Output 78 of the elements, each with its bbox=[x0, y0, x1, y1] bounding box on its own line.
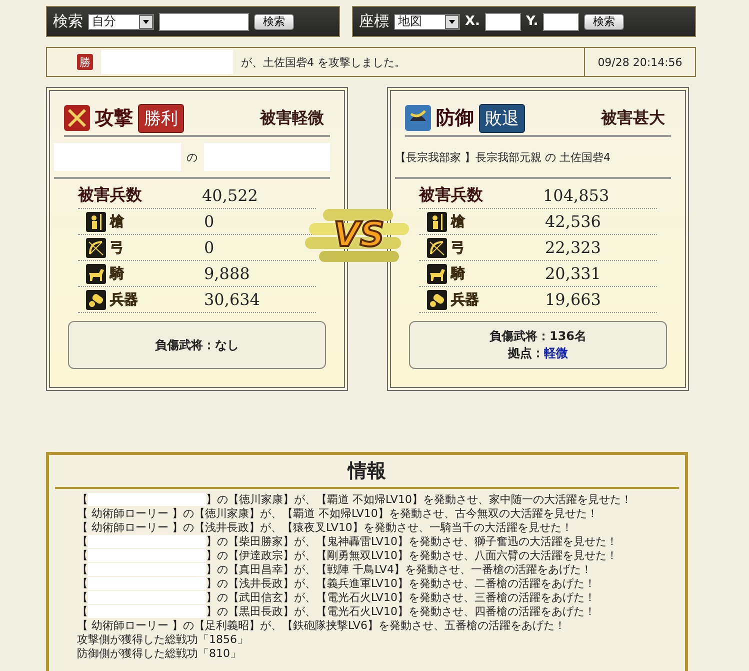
info-text: 【 bbox=[77, 604, 88, 618]
unit-label: 槍 bbox=[451, 212, 466, 230]
info-text: の bbox=[186, 150, 198, 164]
summary-text: 負傷武将：136名 bbox=[489, 328, 587, 345]
info-text: 】の【武田信玄】が、【電光石火LV10】を発動させ、三番槍の活躍をあげた！ bbox=[206, 590, 596, 604]
search-field[interactable] bbox=[159, 12, 249, 30]
unit-label: 弓 bbox=[110, 238, 125, 256]
report-time: 09/28 20:14:56 bbox=[584, 48, 695, 76]
info-text: 】の【真田昌幸】が、【戦陣 千鳥LV4】を発動させ、一番槍の活躍をあげた！ bbox=[206, 562, 592, 576]
info-text: 】の【柴田勝家】が、【鬼神轟雷LV10】を発動させ、獅子奮迅の大活躍を見せた！ bbox=[206, 534, 618, 548]
info-text: 【 bbox=[77, 548, 88, 562]
unit-label: 兵器 bbox=[110, 290, 139, 308]
unit-value: 30,634 bbox=[204, 290, 260, 309]
x-label: X. bbox=[465, 14, 480, 29]
caret-icon bbox=[445, 14, 459, 28]
info-text: 【 bbox=[77, 492, 88, 506]
info-text: 【長宗我部家 】長宗我部元親 の 土佐国砦4 bbox=[395, 150, 610, 164]
result-badge: 敗退 bbox=[479, 104, 525, 132]
summary-text: 拠点：軽微 bbox=[508, 345, 568, 362]
horse-icon bbox=[86, 264, 106, 284]
map-select[interactable]: 地図 bbox=[394, 14, 460, 30]
info-text: 【 幼術師ローリー 】の【足利義昭】が、【鉄砲隊挟撃LV6】を発動させ、五番槍の活躍をあげた！ bbox=[77, 618, 566, 632]
cannon-icon bbox=[86, 290, 106, 310]
total-label: 被害兵数 bbox=[419, 185, 484, 206]
unit-label: 弓 bbox=[451, 238, 466, 256]
info-text: 】の【徳川家康】が、【覇道 不如帰LV10】を発動させ、家中随一の大活躍を見せた！ bbox=[206, 492, 632, 506]
crossed-swords-icon bbox=[64, 105, 90, 131]
y-label: Y. bbox=[526, 14, 538, 29]
unit-value: 22,323 bbox=[545, 238, 601, 257]
caret-icon bbox=[139, 14, 153, 28]
info-text: 】の【黒田長政】が、【電光石火LV10】を発動させ、四番槍の活躍をあげた！ bbox=[206, 604, 596, 618]
search-label: 検索 bbox=[53, 12, 83, 31]
info-text: 】の【浅井長政】が、【義兵進軍LV10】を発動させ、二番槍の活躍をあげた！ bbox=[206, 576, 596, 590]
bow-icon bbox=[427, 238, 447, 258]
info-text: 【 bbox=[77, 576, 88, 590]
unit-label: 騎 bbox=[451, 264, 466, 282]
unit-value: 42,536 bbox=[545, 212, 601, 231]
summary-text: 負傷武将：なし bbox=[155, 336, 239, 354]
info-text: 【 幼術師ローリー 】の【徳川家康】が、【覇道 不如帰LV10】を発動させ、古今無双の大活躍を見せた！ bbox=[77, 506, 598, 520]
info-text: 【 bbox=[77, 562, 88, 576]
side-title: 防御 bbox=[436, 106, 474, 131]
total-value: 40,522 bbox=[202, 186, 258, 205]
spearman-icon bbox=[427, 212, 447, 232]
scope-select[interactable]: 自分 bbox=[88, 14, 154, 30]
info-text: 防御側が獲得した総戦功「810」 bbox=[77, 646, 241, 660]
search-button[interactable]: 検索 bbox=[584, 14, 624, 30]
unit-value: 0 bbox=[204, 238, 214, 257]
bow-icon bbox=[86, 238, 106, 258]
info-text: 【 bbox=[77, 590, 88, 604]
side-title: 攻撃 bbox=[95, 106, 133, 131]
search-button[interactable]: 検索 bbox=[254, 14, 294, 30]
helmet-icon bbox=[405, 105, 431, 131]
horse-icon bbox=[427, 264, 447, 284]
y-field[interactable] bbox=[543, 12, 580, 30]
cannon-icon bbox=[427, 290, 447, 310]
unit-value: 0 bbox=[204, 212, 214, 231]
spearman-icon bbox=[86, 212, 106, 232]
unit-value: 20,331 bbox=[545, 264, 601, 283]
total-value: 104,853 bbox=[543, 186, 610, 205]
status-link[interactable]: 軽微 bbox=[544, 346, 568, 360]
unit-label: 兵器 bbox=[451, 290, 480, 308]
info-title: 情報 bbox=[55, 455, 679, 489]
unit-value: 9,888 bbox=[204, 264, 250, 283]
info-text: 【 bbox=[77, 534, 88, 548]
damage-level: 被害軽微 bbox=[260, 108, 324, 128]
total-label: 被害兵数 bbox=[78, 185, 143, 206]
unit-label: 槍 bbox=[110, 212, 125, 230]
info-text: 【 幼術師ローリー 】の【浅井長政】が、【猿夜叉LV10】を発動させ、一騎当千の大活躍を見せた！ bbox=[77, 520, 572, 534]
info-text: 攻撃側が獲得した総戦功「1856」 bbox=[77, 632, 248, 646]
x-field[interactable] bbox=[484, 12, 521, 30]
victory-badge: 勝 bbox=[77, 54, 93, 70]
coordinate-label: 座標 bbox=[359, 12, 389, 31]
damage-level: 被害甚大 bbox=[601, 108, 665, 128]
info-text: 】の【伊達政宗】が、【剛勇無双LV10】を発動させ、八面六臂の大活躍を見せた！ bbox=[206, 548, 618, 562]
unit-label: 騎 bbox=[110, 264, 125, 282]
unit-value: 19,663 bbox=[545, 290, 601, 309]
report-text: が、土佐国砦4 を攻撃しました。 bbox=[241, 54, 406, 70]
result-badge: 勝利 bbox=[138, 104, 184, 132]
